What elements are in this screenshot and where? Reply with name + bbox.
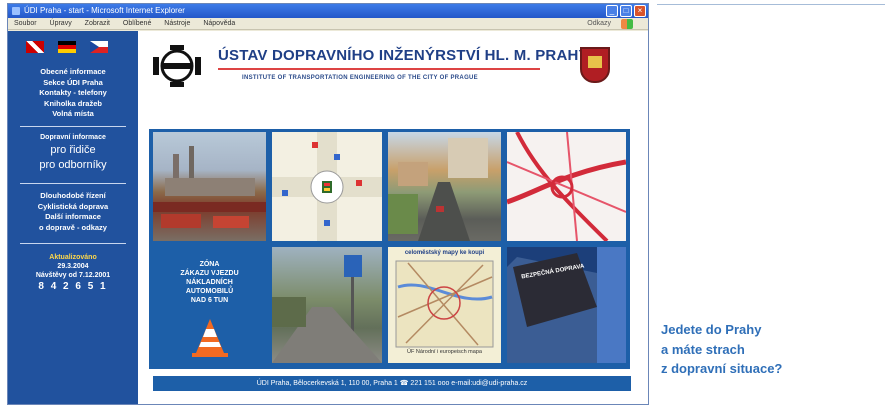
tile-road-sign-photo[interactable] [272, 247, 382, 363]
page-title: ÚSTAV DOPRAVNÍHO INŽENÝRSTVÍ HL. M. PRAH… [218, 47, 589, 64]
menu-tools[interactable]: Nástroje [164, 20, 190, 27]
road-map-icon [507, 132, 626, 241]
window-controls: _ □ × [606, 5, 646, 17]
sidebar-divider [20, 243, 126, 244]
updated-label: Aktualizováno [49, 254, 97, 261]
zone-line: ZÓNA [199, 261, 220, 268]
menu-bar: Soubor Úpravy Zobrazit Oblíbené Nástroje… [8, 18, 648, 30]
sidebar-traffic-info: Dopravní informace pro řidiče pro odborn… [8, 133, 138, 173]
sidebar-item-professionals[interactable]: pro odborníky [8, 158, 138, 173]
side-divider [657, 4, 885, 5]
city-map-title: celoměstský mapy ke koupi [404, 250, 485, 256]
photo-grid: ZÓNA ZÁKAZU VJEZDU NÁKLADNÍCH AUTOMOBILŮ… [149, 129, 630, 369]
traffic-info-header: Dopravní informace [40, 134, 106, 141]
links-toolbar[interactable]: Odkazy [587, 18, 611, 30]
de-flag-icon[interactable] [58, 41, 76, 53]
sidebar-item-cycling[interactable]: Cyklistická doprava [8, 202, 138, 213]
page-content: Obecné informace Sekce ÚDI Praha Kontakt… [8, 31, 648, 404]
tile-intersection-diagram[interactable] [272, 132, 382, 241]
tile-city-map[interactable]: celoměstský mapy ke koupi ÚF Národní i e… [388, 247, 501, 363]
minimize-button[interactable]: _ [606, 5, 618, 17]
contact-footer[interactable]: ÚDI Praha, Bělocerkevská 1, 110 00, Prah… [153, 376, 631, 391]
traffic-cone-icon [191, 319, 228, 357]
tile-road-map[interactable] [507, 132, 626, 241]
sidebar-item-auctions[interactable]: Kniholka dražeb [8, 99, 138, 110]
sidebar-divider [20, 183, 126, 184]
language-flags [26, 41, 108, 53]
tile-road-safety[interactable]: BEZPEČNÁ DOPRAVA [507, 247, 626, 363]
sidebar-item-general-info[interactable]: Obecné informace [8, 67, 138, 78]
site-header: ÚSTAV DOPRAVNÍHO INŽENÝRSTVÍ HL. M. PRAH… [148, 37, 644, 97]
tagline: Jedete do Prahy a máte strach z dopravní… [661, 320, 782, 379]
road-sign-photo-icon [272, 255, 382, 363]
city-map-icon [395, 260, 494, 348]
zone-line: ZÁKAZU VJEZDU [180, 270, 239, 277]
sidebar-item-links[interactable]: o dopravě - odkazy [8, 223, 138, 234]
browser-window: ÚDI Praha - start - Microsoft Internet E… [7, 3, 649, 405]
uk-flag-icon[interactable] [26, 41, 44, 53]
road-safety-poster-icon [507, 247, 626, 363]
tagline-line: a máte strach [661, 341, 745, 357]
sidebar-item-contacts[interactable]: Kontakty - telefony [8, 88, 138, 99]
tagline-line: Jedete do Prahy [661, 322, 762, 337]
prague-crest-icon [580, 47, 610, 83]
maximize-button[interactable]: □ [620, 5, 632, 17]
sidebar-item-long-term[interactable]: Dlouhodobé řízení [8, 191, 138, 202]
tile-street-photo[interactable] [388, 132, 501, 241]
page-subtitle: INSTITUTE OF TRANSPORTATION ENGINEERING … [242, 75, 478, 81]
cz-flag-icon[interactable] [90, 41, 108, 53]
menu-help[interactable]: Nápověda [203, 20, 235, 27]
visits-count: 8 4 2 6 5 1 [38, 281, 108, 292]
zone-line: NÁKLADNÍCH [186, 279, 233, 286]
zone-line: NAD 6 TUN [190, 297, 229, 304]
sidebar-menu-top: Obecné informace Sekce ÚDI Praha Kontakt… [8, 67, 138, 120]
castle-photo-icon [153, 146, 266, 228]
menu-file[interactable]: Soubor [14, 20, 37, 27]
title-underline [218, 68, 540, 70]
sidebar-menu-bottom: Dlouhodobé řízení Cyklistická doprava Da… [8, 191, 138, 233]
institute-logo-icon [153, 45, 201, 87]
window-title: ÚDI Praha - start - Microsoft Internet E… [24, 6, 185, 15]
page: ÚDI Praha - start - Microsoft Internet E… [0, 0, 885, 410]
visit-counter: Aktualizováno 29.3.2004 Návštěvy od 7.12… [8, 253, 138, 292]
menu-favorites[interactable]: Oblíbené [123, 20, 151, 27]
sidebar-item-drivers[interactable]: pro řidiče [8, 143, 138, 158]
tile-truck-zone[interactable]: ZÓNA ZÁKAZU VJEZDU NÁKLADNÍCH AUTOMOBILŮ… [153, 247, 266, 363]
menu-view[interactable]: Zobrazit [85, 20, 110, 27]
intersection-diagram-icon [272, 132, 382, 241]
windows-logo-icon [621, 19, 633, 29]
visits-label: Návštěvy od 7.12.2001 [35, 272, 111, 279]
close-button[interactable]: × [634, 5, 646, 17]
street-photo-icon [388, 138, 488, 241]
sidebar: Obecné informace Sekce ÚDI Praha Kontakt… [8, 31, 138, 404]
city-map-footer: ÚF Národní i europeisch mapa [407, 349, 482, 355]
tagline-line: z dopravní situace? [661, 361, 783, 376]
zone-line: AUTOMOBILŮ [185, 288, 234, 295]
sidebar-item-sections[interactable]: Sekce ÚDI Praha [8, 78, 138, 89]
updated-date: 29.3.2004 [57, 263, 89, 270]
sidebar-item-more-info[interactable]: Další informace [8, 212, 138, 223]
sidebar-divider [20, 126, 126, 127]
title-bar[interactable]: ÚDI Praha - start - Microsoft Internet E… [8, 4, 648, 18]
tile-castle-photo[interactable] [153, 132, 266, 241]
menu-edit[interactable]: Úpravy [50, 20, 72, 27]
ie-icon [12, 7, 20, 15]
sidebar-item-jobs[interactable]: Volná místa [8, 109, 138, 120]
